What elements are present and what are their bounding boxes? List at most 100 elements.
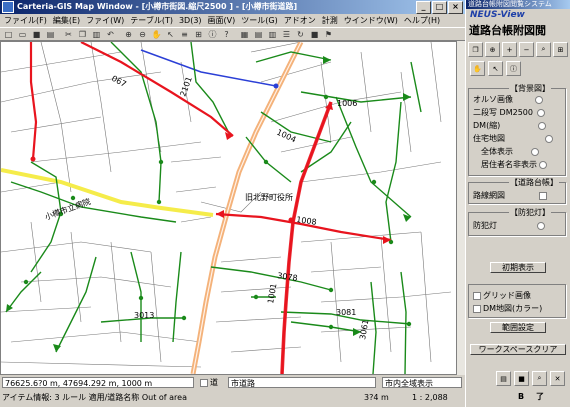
layer-icon[interactable]: ≡ bbox=[178, 28, 191, 41]
bottom-mark-b[interactable]: B bbox=[518, 391, 524, 402]
bg-sub-hide-names[interactable]: 居住者名非表示 bbox=[481, 160, 549, 170]
grid-icon[interactable]: ▦ bbox=[238, 28, 251, 41]
side-heading: 道路台帳附図閲 bbox=[469, 24, 546, 37]
workspace-clear-button[interactable]: ワークスペースクリア bbox=[470, 344, 566, 355]
print-icon[interactable]: ▤ bbox=[44, 28, 57, 41]
section-fire: 【防犯灯】 bbox=[509, 207, 551, 218]
layer-list-icon[interactable]: ☰ bbox=[280, 28, 293, 41]
side-panel: 道路台帳附図閲覧システム NEUS-View 道路台帳附図閲 ❐ ⊕ + − ⌕… bbox=[465, 0, 570, 407]
menu-table[interactable]: テーブル(T) bbox=[130, 14, 173, 27]
info-icon[interactable]: ⓘ bbox=[206, 28, 219, 41]
new-icon[interactable]: □ bbox=[2, 28, 15, 41]
bg-option-housing[interactable]: 住宅地図 bbox=[473, 134, 555, 144]
save-icon[interactable]: ■ bbox=[30, 28, 43, 41]
chart-icon[interactable]: ▥ bbox=[266, 28, 279, 41]
measure-icon[interactable]: ⊞ bbox=[192, 28, 205, 41]
bookmark-icon[interactable]: ⚑ bbox=[322, 28, 335, 41]
status-bar: 76625.6?0 m, 47694.292 m, 1000 m 道 市道路 市… bbox=[0, 375, 465, 407]
select-icon[interactable]: ↖ bbox=[164, 28, 177, 41]
range-set-button[interactable]: 範囲設定 bbox=[490, 322, 546, 333]
place-label-1: 旧北野町役所 bbox=[245, 192, 293, 202]
search-icon[interactable]: ⌕ bbox=[536, 42, 551, 57]
undo-icon[interactable]: ↶ bbox=[104, 28, 117, 41]
background-group: 【背景図】 オルソ画像 二段写 DM2500 DM(縮) 住宅地図 全体表示 居… bbox=[468, 83, 566, 176]
open-icon[interactable]: ▭ bbox=[16, 28, 29, 41]
measure-icon[interactable]: ⊞ bbox=[553, 42, 568, 57]
status-distance: 3?4 m bbox=[364, 393, 389, 402]
menu-bar: ファイル(F) 編集(E) ファイ(W) テーブル(T) 3D(3) 画面(V)… bbox=[0, 14, 465, 27]
menu-file[interactable]: ファイル(F) bbox=[4, 14, 47, 27]
region-select[interactable]: 市内全域表示 bbox=[382, 377, 462, 388]
pan-icon[interactable]: ✋ bbox=[150, 28, 163, 41]
bottom-mark-end[interactable]: 了 bbox=[536, 391, 544, 402]
side-panel-title[interactable]: 道路台帳附図閲覧システム bbox=[466, 0, 570, 9]
layer-checkbox[interactable]: 道 bbox=[200, 377, 218, 388]
menu-addon[interactable]: アドオン bbox=[284, 14, 316, 27]
paste-icon[interactable]: ▥ bbox=[90, 28, 103, 41]
zoom-in-icon[interactable]: + bbox=[502, 42, 517, 57]
copy-icon[interactable]: ❐ bbox=[468, 42, 483, 57]
select-icon[interactable]: ↖ bbox=[488, 61, 503, 76]
status-scale: 1 : 2,088 bbox=[412, 393, 448, 402]
search-icon[interactable]: ⌕ bbox=[532, 371, 547, 386]
place-label-2: 小樽市立病院 bbox=[43, 196, 92, 222]
copy-icon[interactable]: ❐ bbox=[76, 28, 89, 41]
bg-sub-all[interactable]: 全体表示 bbox=[481, 147, 541, 157]
side-toolbar: ❐ ⊕ + − ⌕ ⊞ bbox=[466, 40, 570, 59]
save-icon[interactable]: ■ bbox=[514, 371, 529, 386]
close-button[interactable]: × bbox=[448, 1, 463, 14]
fire-option[interactable]: 防犯灯 bbox=[473, 221, 547, 231]
grid-image-checkbox[interactable]: グリッド画像 bbox=[473, 291, 531, 301]
stop-icon[interactable]: ■ bbox=[308, 28, 321, 41]
menu-edit[interactable]: 編集(E) bbox=[53, 14, 80, 27]
refresh-icon[interactable]: ↻ bbox=[294, 28, 307, 41]
road-option-network[interactable]: 路線網図 bbox=[473, 191, 549, 201]
minimize-button[interactable]: _ bbox=[416, 1, 431, 14]
menu-view[interactable]: 画面(V) bbox=[208, 14, 236, 27]
road-node-blue[interactable] bbox=[273, 83, 279, 89]
road-group: 【道路台帳】 路線網図 bbox=[468, 177, 566, 204]
title-bar[interactable]: Carteria-GIS Map Window - [小樽市街図.縮尺2500 … bbox=[0, 0, 465, 14]
zoom-out-icon[interactable]: ⊖ bbox=[136, 28, 149, 41]
side-toolbar-2: ✋ ↖ ⓘ bbox=[466, 59, 570, 78]
red-node[interactable] bbox=[30, 156, 36, 162]
menu-help[interactable]: ヘルプ(H) bbox=[404, 14, 440, 27]
menu-window-1[interactable]: ファイ(W) bbox=[86, 14, 124, 27]
pan-icon[interactable]: ✋ bbox=[470, 61, 485, 76]
section-background: 【背景図】 bbox=[509, 83, 551, 94]
layer-select[interactable]: 市道路 bbox=[228, 377, 376, 388]
menu-tools[interactable]: ツール(G) bbox=[241, 14, 277, 27]
road-label-3078: 3078 bbox=[277, 271, 298, 283]
road-blue[interactable] bbox=[140, 49, 277, 87]
dm-color-checkbox[interactable]: DM地図(カラー) bbox=[473, 304, 542, 314]
map-window: Carteria-GIS Map Window - [小樽市街図.縮尺2500 … bbox=[0, 0, 465, 407]
map-svg: 067 2101 1006 1004 旧北野町役所 1008 小樽市立病院 30… bbox=[1, 42, 452, 374]
bg-option-dm2500[interactable]: 二段写 DM2500 bbox=[473, 108, 547, 118]
bg-option-dm[interactable]: DM(縮) bbox=[473, 121, 548, 131]
green-nodes[interactable] bbox=[23, 94, 412, 330]
maximize-button[interactable]: □ bbox=[432, 1, 447, 14]
map-canvas[interactable]: 067 2101 1006 1004 旧北野町役所 1008 小樽市立病院 30… bbox=[0, 41, 457, 375]
menu-window[interactable]: ウインドウ(W) bbox=[344, 14, 398, 27]
help-icon[interactable]: ? bbox=[220, 28, 233, 41]
clear-icon[interactable]: ✕ bbox=[550, 371, 565, 386]
menu-measure[interactable]: 計測 bbox=[322, 14, 338, 27]
info-icon[interactable]: ⓘ bbox=[506, 61, 521, 76]
zoom-in-icon[interactable]: ⊕ bbox=[122, 28, 135, 41]
toolbar: □ ▭ ■ ▤ ✂ ❐ ▥ ↶ ⊕ ⊖ ✋ ↖ ≡ ⊞ ⓘ ? ▦ ▤ ▥ ☰ … bbox=[0, 27, 465, 41]
overlay-group: グリッド画像 DM地図(カラー) bbox=[468, 284, 566, 318]
red-node-2[interactable] bbox=[288, 217, 294, 223]
menu-3d[interactable]: 3D(3) bbox=[179, 14, 202, 27]
table-icon[interactable]: ▤ bbox=[252, 28, 265, 41]
zoom-icon[interactable]: ⊕ bbox=[485, 42, 500, 57]
cut-icon[interactable]: ✂ bbox=[62, 28, 75, 41]
map-scrollbar[interactable] bbox=[457, 41, 465, 375]
zoom-out-icon[interactable]: − bbox=[519, 42, 534, 57]
bg-option-ortho[interactable]: オルソ画像 bbox=[473, 95, 545, 105]
reset-view-button[interactable]: 初期表示 bbox=[490, 262, 546, 273]
status-message: アイテム情報: 3 ルール 適用/道路名称 Out of area bbox=[2, 393, 187, 402]
coordinate-readout: 76625.6?0 m, 47694.292 m, 1000 m bbox=[2, 377, 194, 388]
road-label-2101: 2101 bbox=[178, 75, 193, 97]
road-yellow[interactable] bbox=[1, 168, 214, 217]
print-icon[interactable]: ▤ bbox=[496, 371, 511, 386]
